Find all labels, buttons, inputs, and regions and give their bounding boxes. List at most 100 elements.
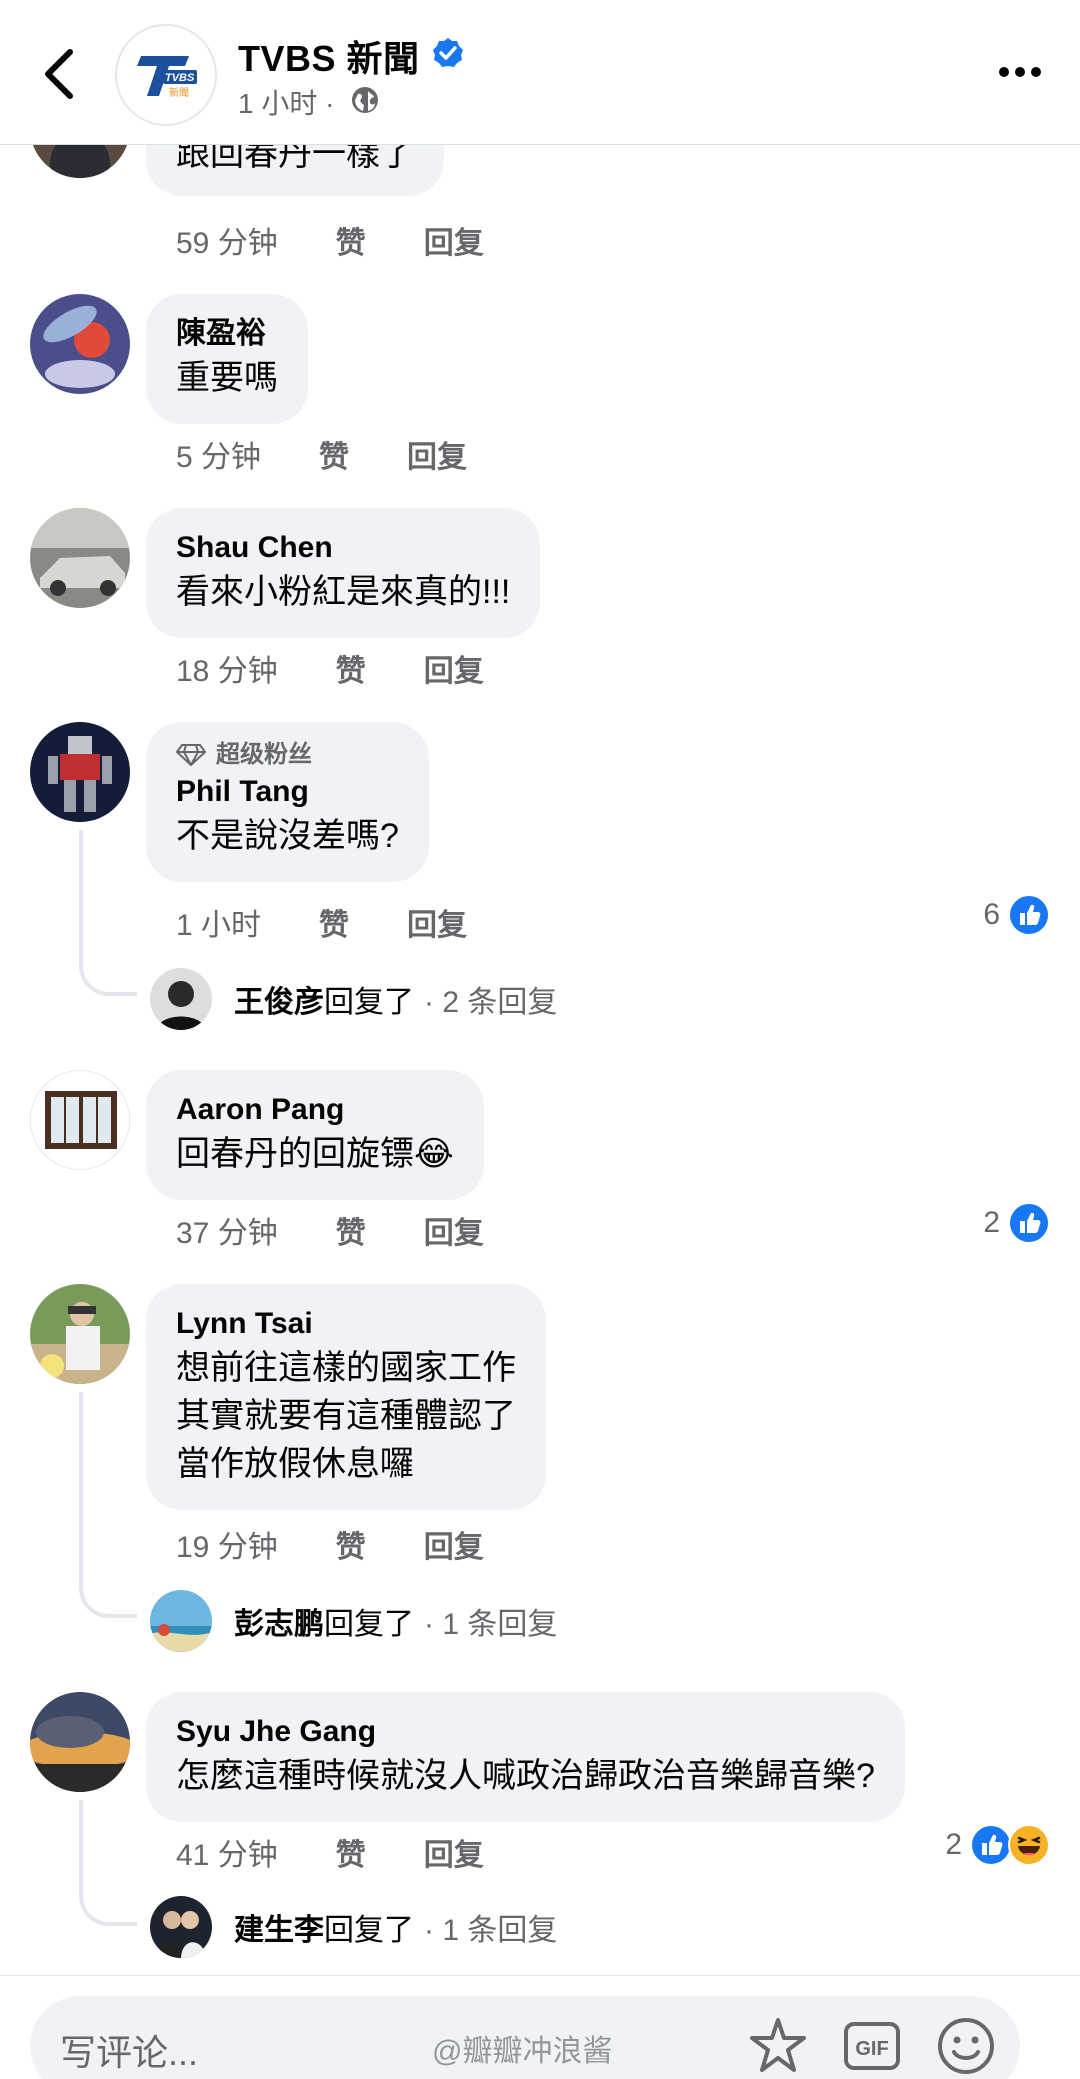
reply-button[interactable]: 回复	[424, 655, 484, 688]
more-icon[interactable]	[998, 60, 1042, 84]
reply-avatar	[150, 1896, 212, 1958]
comment-text: 重要嗎	[176, 359, 278, 397]
reply-author: 王俊彦	[234, 986, 324, 1019]
reply-preview[interactable]: 王俊彦 回复了 · 2 条回复	[150, 968, 557, 1030]
comment-bubble: Shau Chen 看來小粉紅是來真的!!!	[146, 508, 541, 638]
comment-actions: 1 小时 赞 回复	[176, 900, 525, 944]
comment-author[interactable]: Syu Jhe Gang	[176, 1712, 875, 1752]
reaction-summary[interactable]: 2	[945, 1824, 1050, 1866]
like-button[interactable]: 赞	[336, 1531, 366, 1564]
like-button[interactable]: 赞	[319, 441, 349, 474]
thread-connector	[79, 1800, 137, 1926]
thread-connector	[79, 1392, 137, 1618]
watermark: @瓣瓣冲浪酱	[432, 2035, 613, 2068]
globe-icon	[352, 87, 378, 113]
reply-action: 回复了	[324, 1914, 414, 1947]
comment-bubble: Syu Jhe Gang 怎麼這種時候就沒人喊政治歸政治音樂歸音樂?	[146, 1692, 905, 1822]
post-header: TVBS 新聞 TVBS 新聞 1 小时 ·	[0, 0, 1080, 145]
comment-avatar[interactable]	[30, 1692, 130, 1792]
reply-button[interactable]: 回复	[424, 227, 484, 260]
comment-time: 59 分钟	[176, 227, 278, 260]
like-button[interactable]: 赞	[336, 227, 366, 260]
emoji-icon[interactable]	[934, 2014, 998, 2078]
like-reaction-icon	[1008, 894, 1050, 936]
reply-action: 回复了	[324, 986, 414, 1019]
diamond-icon	[176, 744, 206, 766]
comment-text: 怎麼這種時候就沒人喊政治歸政治音樂歸音樂?	[176, 1757, 875, 1795]
comment-actions: 18 分钟 赞 回复	[176, 646, 542, 690]
badge-label: 超级粉丝	[216, 741, 312, 768]
post-time: 1 小时 ·	[238, 88, 335, 119]
back-icon[interactable]	[38, 48, 82, 100]
comment-text: 回春丹的回旋镖😂	[176, 1135, 454, 1173]
comment-time: 41 分钟	[176, 1839, 278, 1872]
verified-icon	[433, 38, 463, 67]
comment-actions: 59 分钟 赞 回复	[176, 218, 542, 262]
comment-avatar[interactable]	[30, 1070, 130, 1170]
like-button[interactable]: 赞	[336, 1839, 366, 1872]
reply-button[interactable]: 回复	[407, 909, 467, 942]
sticker-icon[interactable]	[746, 2014, 810, 2078]
comment-author[interactable]: 陳盈裕	[176, 314, 278, 354]
like-reaction-icon	[1008, 1202, 1050, 1244]
comment-bubble: 超级粉丝 Phil Tang 不是說沒差嗎?	[146, 722, 429, 882]
comment-time: 37 分钟	[176, 1217, 278, 1250]
comment-author[interactable]: Shau Chen	[176, 528, 510, 568]
tvbs-logo: TVBS 新聞	[117, 26, 215, 124]
page-name[interactable]: TVBS 新聞	[238, 30, 420, 82]
reply-action: 回复了	[324, 1608, 414, 1641]
comment-input-placeholder: 写评论...	[60, 2032, 199, 2073]
svg-text:GIF: GIF	[855, 2038, 888, 2060]
reply-button[interactable]: 回复	[424, 1839, 484, 1872]
reaction-count: 2	[983, 1206, 1000, 1239]
comment-actions: 19 分钟 赞 回复	[176, 1522, 542, 1566]
comment-text: 看來小粉紅是來真的!!!	[176, 573, 511, 611]
reply-avatar	[150, 1590, 212, 1652]
reply-button[interactable]: 回复	[407, 441, 467, 474]
svg-text:新聞: 新聞	[169, 86, 189, 99]
comment-author[interactable]: Phil Tang	[176, 772, 399, 812]
reaction-summary[interactable]: 2	[983, 1202, 1050, 1244]
svg-text:TVBS: TVBS	[165, 72, 195, 84]
reply-count: · 1 条回复	[424, 1914, 558, 1947]
top-fan-badge: 超级粉丝	[176, 738, 399, 772]
comment-actions: 41 分钟 赞 回复	[176, 1830, 542, 1874]
comment-avatar[interactable]	[30, 294, 130, 394]
comment-bubble: 陳盈裕 重要嗎	[146, 294, 308, 424]
reply-button[interactable]: 回复	[424, 1217, 484, 1250]
reply-author: 彭志鹏	[234, 1608, 324, 1641]
comment-time: 18 分钟	[176, 655, 278, 688]
reaction-count: 6	[983, 898, 1000, 931]
comment-time: 19 分钟	[176, 1531, 278, 1564]
reply-preview[interactable]: 建生李 回复了 · 1 条回复	[150, 1896, 557, 1958]
gif-icon[interactable]: GIF	[840, 2014, 904, 2078]
comment-time: 5 分钟	[176, 441, 262, 474]
comment-actions: 37 分钟 赞 回复	[176, 1208, 542, 1252]
like-button[interactable]: 赞	[319, 909, 349, 942]
comment-text: 想前往這樣的國家工作 其實就要有這種體認了 當作放假休息囉	[176, 1349, 516, 1483]
reply-author: 建生李	[234, 1914, 324, 1947]
comment-bubble: Aaron Pang 回春丹的回旋镖😂	[146, 1070, 484, 1200]
like-button[interactable]: 赞	[336, 655, 366, 688]
reply-preview[interactable]: 彭志鹏 回复了 · 1 条回复	[150, 1590, 557, 1652]
comment-avatar[interactable]	[30, 1284, 130, 1384]
reply-button[interactable]: 回复	[424, 1531, 484, 1564]
reply-count: · 1 条回复	[424, 1608, 558, 1641]
reply-avatar	[150, 968, 212, 1030]
like-reaction-icon	[970, 1824, 1012, 1866]
page-avatar[interactable]: TVBS 新聞	[115, 24, 217, 126]
comment-actions: 5 分钟 赞 回复	[176, 432, 525, 476]
reply-count: · 2 条回复	[424, 986, 558, 1019]
comment-bubble: Lynn Tsai 想前往這樣的國家工作 其實就要有這種體認了 當作放假休息囉	[146, 1284, 546, 1510]
comment-time: 1 小时	[176, 909, 262, 942]
thread-connector	[79, 830, 137, 996]
reaction-count: 2	[945, 1828, 962, 1861]
reaction-summary[interactable]: 6	[983, 894, 1050, 936]
comment-author[interactable]: Aaron Pang	[176, 1090, 454, 1130]
comment-avatar[interactable]	[30, 722, 130, 822]
haha-reaction-icon	[1008, 1824, 1050, 1866]
like-button[interactable]: 赞	[336, 1217, 366, 1250]
comment-text: 不是說沒差嗎?	[176, 817, 399, 855]
comment-avatar[interactable]	[30, 508, 130, 608]
comment-author[interactable]: Lynn Tsai	[176, 1304, 516, 1344]
